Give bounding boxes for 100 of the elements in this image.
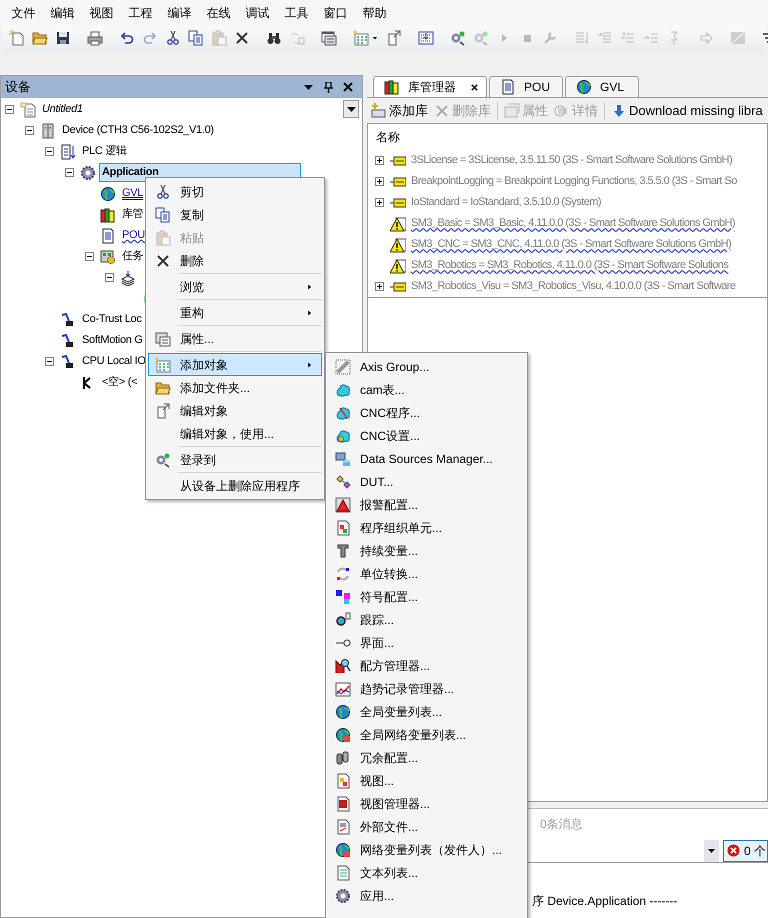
library-entry[interactable]: SM3_Robotics_Visu = SM3_Robotics_Visu, 4.10.0.0 (3S - Smart Software <box>411 278 736 295</box>
collapse-toggle[interactable] <box>5 105 14 114</box>
document-icon <box>335 864 351 880</box>
undo-icon <box>119 30 135 46</box>
menu-item[interactable]: 趋势记录管理器... <box>328 677 525 700</box>
expand-toggle[interactable] <box>375 198 384 207</box>
menu-item[interactable]: 外部文件... <box>328 815 525 838</box>
expand-toggle[interactable] <box>375 177 384 186</box>
menu-item[interactable]: 编辑对象，使用... <box>148 422 322 445</box>
menu-item[interactable]: 冗余配置... <box>328 746 525 769</box>
expand-toggle[interactable] <box>375 156 384 165</box>
menu-item[interactable]: CNC程序... <box>328 401 525 424</box>
document-icon <box>100 228 116 244</box>
menu-item[interactable]: cam表... <box>328 378 525 401</box>
tree-item[interactable]: CPU Local IO <box>79 352 149 371</box>
tree-item[interactable]: SoftMotion G <box>79 331 146 350</box>
toolbar-button[interactable]: 添加库 <box>369 100 430 122</box>
menu-item[interactable]: 符号配置... <box>328 585 525 608</box>
menu-bar-item[interactable]: 编辑 <box>43 2 82 24</box>
library-entry[interactable]: SM3_CNC = SM3_CNC, 4.11.0.0 (3S - Smart Software Solutions GmbH) <box>411 236 732 253</box>
tree-item[interactable]: 任务 <box>119 247 146 266</box>
menu-item[interactable]: 添加文件夹... <box>148 376 322 399</box>
collapse-toggle[interactable] <box>45 147 54 156</box>
delete-icon <box>434 102 450 118</box>
menu-item[interactable]: 剪切 <box>148 180 322 203</box>
connector-icon <box>60 332 76 348</box>
menu-item[interactable]: 复制 <box>148 203 322 226</box>
menu-bar-item[interactable]: 视图 <box>82 2 121 24</box>
collapse-toggle[interactable] <box>45 357 54 366</box>
edit-object-icon <box>386 30 402 46</box>
menu-item[interactable]: 视图... <box>328 769 525 792</box>
library-entry[interactable]: 3SLicense = 3SLicense, 3.5.11.50 (3S - Smart Software Solutions GmbH) <box>411 152 732 169</box>
menu-item[interactable]: 单位转换... <box>328 562 525 585</box>
menu-bar-item[interactable]: 工程 <box>121 2 160 24</box>
menu-item[interactable]: 视图管理器... <box>328 792 525 815</box>
menu-item[interactable]: 从设备上删除应用程序 <box>148 474 322 497</box>
minus-icon <box>27 128 32 133</box>
blob-icon <box>335 428 351 444</box>
menu-bar-item[interactable]: 编译 <box>160 2 199 24</box>
redo-icon <box>142 30 158 46</box>
menu-item[interactable]: 属性... <box>148 327 322 350</box>
menu-item[interactable]: 配方管理器... <box>328 654 525 677</box>
tree-item[interactable]: <空> (< <box>99 373 140 392</box>
collapse-toggle[interactable] <box>85 252 94 261</box>
library-entry[interactable]: SM3_Robotics = SM3_Robotics, 4.11.0.0 (3S - Smart Software Solutions <box>411 257 728 274</box>
menu-item[interactable]: 网络变量列表（发件人）... <box>328 838 525 861</box>
errors-button[interactable]: 0 个 <box>722 840 768 862</box>
menu-item[interactable]: 应用... <box>328 884 525 907</box>
plus-icon <box>377 284 382 289</box>
menu-item[interactable]: 重构 <box>148 301 322 324</box>
menu-item[interactable]: Data Sources Manager... <box>328 447 525 470</box>
tab[interactable]: GVL <box>565 76 639 97</box>
tree-item[interactable]: Device (CTH3 C56-102S2_V1.0) <box>59 121 217 140</box>
menu-item[interactable]: CNC设置... <box>328 424 525 447</box>
message-summary: 0条消息 <box>540 816 583 833</box>
library-entry[interactable]: BreakpointLogging = Breakpoint Logging Functions, 3.5.5.0 (3S - Smart So <box>411 173 737 190</box>
database-icon <box>335 450 351 466</box>
library-entry[interactable]: IoStandard = IoStandard, 3.5.10.0 (System) <box>411 194 601 211</box>
open-folder-icon <box>32 30 48 46</box>
menu-bar-item[interactable]: 窗口 <box>316 2 355 24</box>
t-shape-icon <box>335 542 351 558</box>
tab[interactable]: 库管理器 <box>373 76 487 97</box>
tree-item[interactable]: GVL <box>119 184 146 203</box>
toolbar-button[interactable]: Download missing libra <box>609 100 765 122</box>
menu-item[interactable]: 跟踪... <box>328 608 525 631</box>
menu-item[interactable]: 界面... <box>328 631 525 654</box>
menu-bar-item[interactable]: 帮助 <box>355 2 394 24</box>
tree-item[interactable]: 库管 <box>119 205 146 224</box>
dropdown-button[interactable] <box>343 100 359 118</box>
menu-item[interactable]: 持续变量... <box>328 539 525 562</box>
menu-item[interactable]: 登录到 <box>148 448 322 471</box>
collapse-toggle[interactable] <box>105 273 114 282</box>
expand-toggle[interactable] <box>375 282 384 291</box>
tree-item[interactable]: POU <box>119 226 148 245</box>
tab[interactable]: POU <box>489 76 563 97</box>
scissors-icon <box>155 184 171 200</box>
tree-item[interactable]: Co-Trust Loc <box>79 310 145 329</box>
menu-item[interactable]: 程序组织单元... <box>328 516 525 539</box>
minus-icon <box>87 254 92 259</box>
menu-item[interactable]: 报警配置... <box>328 493 525 516</box>
menu-item[interactable]: 全局网络变量列表... <box>328 723 525 746</box>
menu-item[interactable]: 文本列表... <box>328 861 525 884</box>
tree-item[interactable]: PLC 逻辑 <box>79 142 130 161</box>
menu-item[interactable]: DUT... <box>328 470 525 493</box>
menu-bar-item[interactable]: 工具 <box>277 2 316 24</box>
collapse-toggle[interactable] <box>65 168 74 177</box>
menu-bar-item[interactable]: 调试 <box>238 2 277 24</box>
dropdown-button[interactable] <box>704 840 719 862</box>
menu-item[interactable]: 添加对象 <box>148 353 322 376</box>
menu-item[interactable]: 全局变量列表... <box>328 700 525 723</box>
menu-item[interactable]: 浏览 <box>148 275 322 298</box>
menu-item[interactable]: 编辑对象 <box>148 399 322 422</box>
globe-icon <box>335 704 351 720</box>
menu-bar-item[interactable]: 文件 <box>4 2 43 24</box>
tree-item[interactable]: Untitled1 <box>39 100 86 119</box>
menu-bar-item[interactable]: 在线 <box>199 2 238 24</box>
library-entry[interactable]: SM3_Basic = SM3_Basic, 4.11.0.0 (3S - Smart Software Solutions GmbH) <box>411 215 736 232</box>
collapse-toggle[interactable] <box>25 126 34 135</box>
menu-item[interactable]: Axis Group... <box>328 355 525 378</box>
menu-item[interactable]: 删除 <box>148 249 322 272</box>
